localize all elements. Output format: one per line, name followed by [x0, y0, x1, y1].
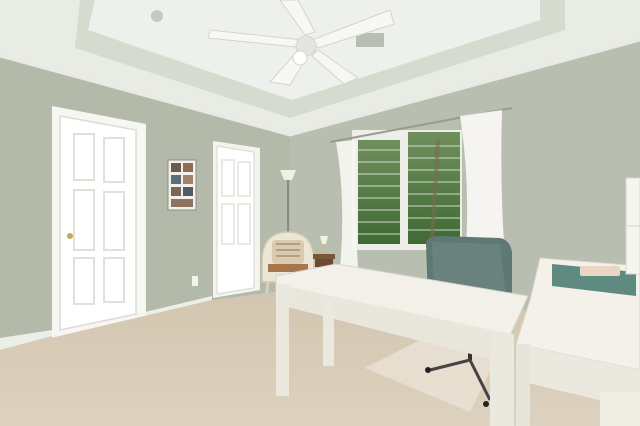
- room-photo: [0, 0, 640, 426]
- window-pane-left: [358, 140, 400, 244]
- photo-collage-frame: [167, 159, 197, 211]
- desk-leg-front-left: [276, 284, 289, 396]
- keyboard: [580, 266, 620, 276]
- closet-door: [52, 106, 146, 338]
- desk-leg-front-right: [490, 334, 514, 426]
- desk-leg-back: [323, 300, 334, 366]
- bedroom-door: [213, 141, 260, 298]
- file-cabinet: [625, 177, 640, 275]
- photo-canvas: [0, 0, 640, 426]
- smoke-detector: [151, 10, 163, 22]
- desk-return-leg: [516, 344, 530, 426]
- wall-outlet: [192, 276, 198, 286]
- door-knob: [67, 233, 73, 239]
